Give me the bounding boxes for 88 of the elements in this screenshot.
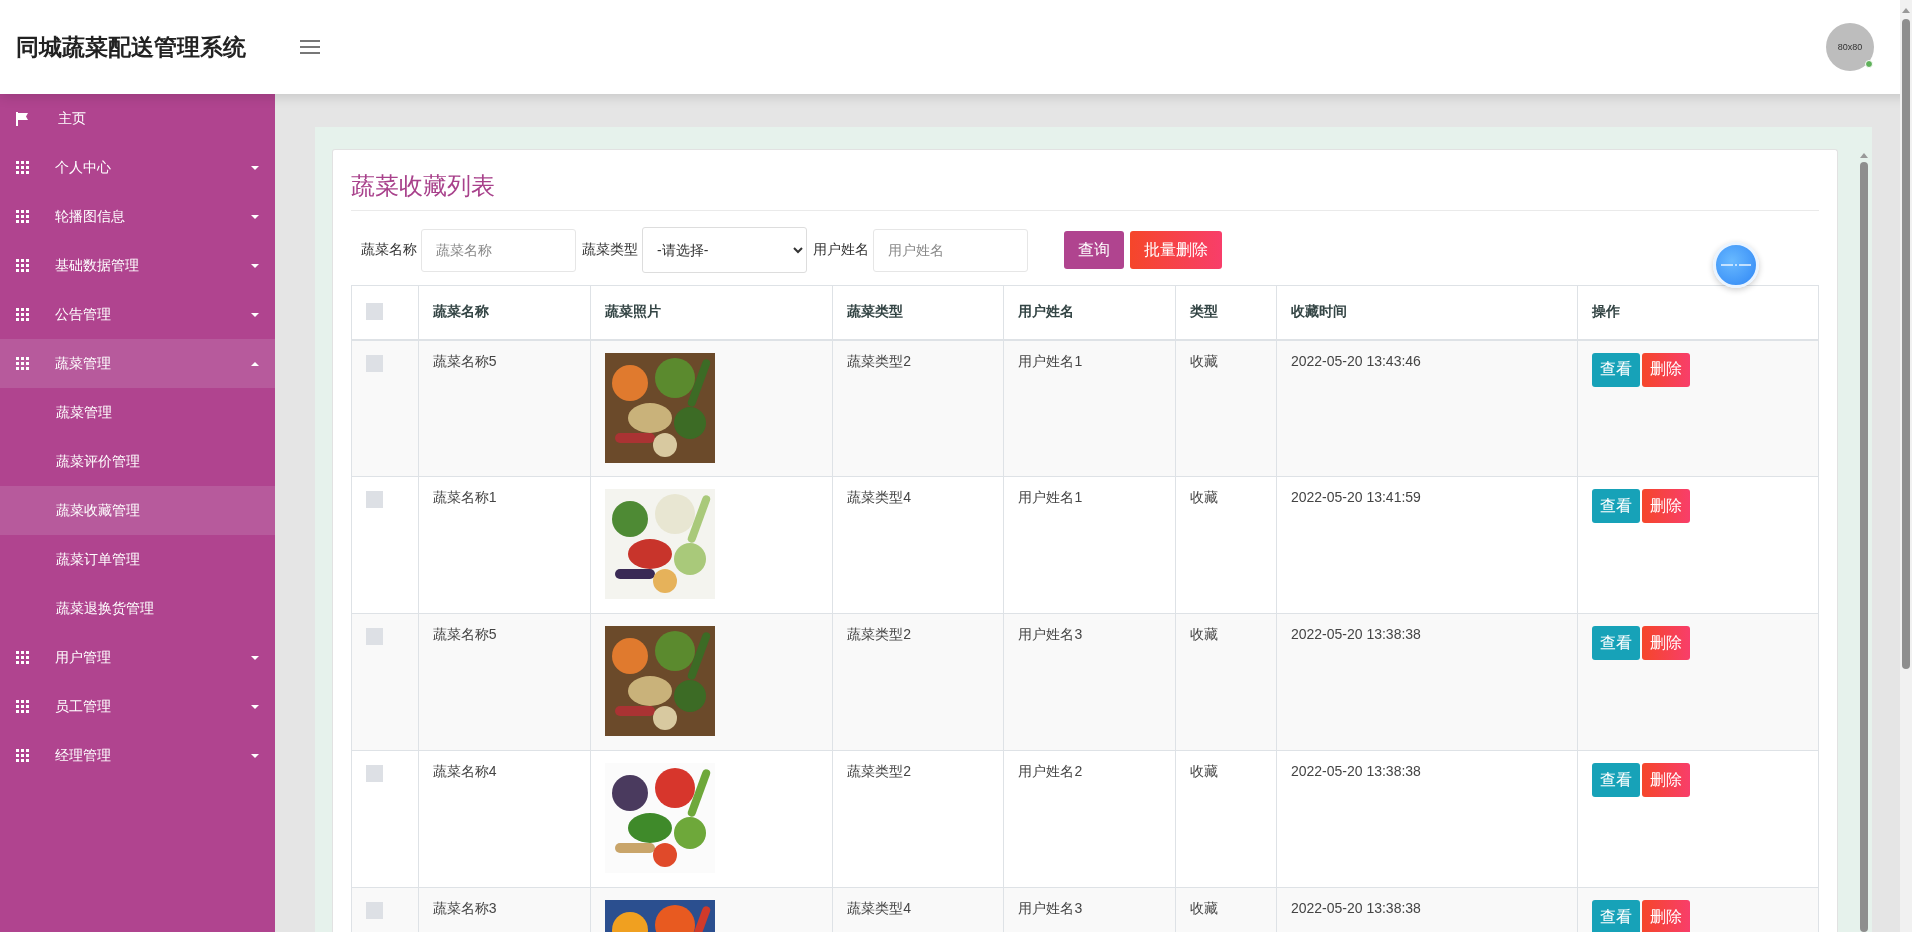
grid-icon	[16, 651, 29, 664]
column-header: 操作	[1577, 285, 1819, 340]
table-cell: 蔬菜类型4	[832, 476, 1004, 614]
column-header: 蔬菜照片	[590, 285, 833, 340]
table-cell: 用户姓名3	[1003, 613, 1176, 751]
view-button[interactable]: 查看	[1591, 900, 1640, 932]
sidebar-subitem[interactable]: 蔬菜收藏管理	[0, 486, 275, 535]
row-checkbox[interactable]	[366, 491, 383, 508]
filter-field[interactable]: 蔬菜名称	[421, 228, 576, 272]
page-title: 蔬菜收藏列表	[351, 170, 1819, 211]
caret-icon	[251, 361, 259, 366]
avatar[interactable]: 80x80	[1826, 23, 1874, 71]
grid-icon	[16, 357, 29, 370]
sidebar-item[interactable]: 轮播图信息	[0, 192, 275, 241]
table-cell: 2022-05-20 13:38:38	[1276, 613, 1578, 751]
sidebar-item[interactable]: 公告管理	[0, 290, 275, 339]
table-cell: 2022-05-20 13:38:38	[1276, 750, 1578, 888]
select-all-checkbox[interactable]	[366, 303, 383, 321]
grid-icon	[16, 210, 29, 223]
scroll-up-icon[interactable]	[1902, 8, 1910, 13]
page-scrollbar[interactable]	[1900, 0, 1912, 932]
table-cell: 蔬菜类型2	[832, 750, 1004, 888]
sidebar-item[interactable]: 蔬菜管理	[0, 339, 275, 388]
sidebar-item[interactable]: 个人中心	[0, 143, 275, 192]
filter-label: 蔬菜类型	[582, 241, 638, 259]
table-cell: 蔬菜名称4	[418, 750, 591, 888]
grid-icon	[16, 161, 29, 174]
table-cell: 用户姓名1	[1003, 339, 1176, 477]
row-checkbox[interactable]	[366, 354, 383, 372]
sidebar-subitem[interactable]: 蔬菜退换货管理	[0, 584, 275, 633]
grid-icon	[16, 749, 29, 762]
delete-button[interactable]: 删除	[1641, 489, 1690, 523]
sidebar-item[interactable]: 经理管理	[0, 731, 275, 780]
table-cell: 收藏	[1175, 476, 1277, 614]
view-button[interactable]: 查看	[1591, 352, 1640, 387]
scroll-up-icon[interactable]	[1860, 153, 1868, 158]
table-cell: 蔬菜类型2	[832, 339, 1004, 477]
table-cell: 收藏	[1175, 750, 1277, 888]
view-button[interactable]: 查看	[1591, 626, 1640, 660]
sidebar-item[interactable]: 员工管理	[0, 682, 275, 731]
delete-button[interactable]: 删除	[1641, 352, 1690, 387]
table-cell: 收藏	[1175, 339, 1277, 477]
filter-label: 用户姓名	[813, 241, 869, 259]
grid-icon	[16, 259, 29, 272]
type-select[interactable]: -请选择-	[642, 227, 807, 273]
search-button[interactable]: 查询	[1064, 231, 1124, 269]
table-cell: 蔬菜类型2	[832, 613, 1004, 751]
delete-button[interactable]: 删除	[1641, 900, 1690, 932]
row-checkbox[interactable]	[366, 628, 383, 645]
grid-icon	[16, 700, 29, 713]
column-header: 用户姓名	[1003, 285, 1176, 340]
view-button[interactable]: 查看	[1591, 763, 1640, 797]
caret-icon	[251, 753, 259, 758]
table-cell: 2022-05-20 13:43:46	[1276, 339, 1578, 477]
sidebar-subitem[interactable]: 蔬菜管理	[0, 388, 275, 437]
table-cell: 收藏	[1175, 613, 1277, 751]
table-cell: 蔬菜名称1	[418, 476, 591, 614]
caret-icon	[251, 655, 259, 660]
table-cell: 蔬菜名称5	[418, 613, 591, 751]
row-checkbox[interactable]	[366, 902, 383, 919]
delete-button[interactable]: 删除	[1641, 763, 1690, 797]
sidebar-item[interactable]: 基础数据管理	[0, 241, 275, 290]
sidebar-subitem[interactable]: 蔬菜评价管理	[0, 437, 275, 486]
bulk-delete-button[interactable]: 批量删除	[1130, 231, 1222, 269]
column-header: 蔬菜名称	[418, 285, 591, 340]
table-cell: 蔬菜名称5	[418, 339, 591, 477]
column-header: 类型	[1175, 285, 1277, 340]
caret-icon	[251, 312, 259, 317]
table-cell: 用户姓名1	[1003, 476, 1176, 614]
sidebar-item[interactable]: 用户管理	[0, 633, 275, 682]
caret-icon	[251, 263, 259, 268]
filter-label: 蔬菜名称	[361, 241, 417, 259]
caret-icon	[251, 214, 259, 219]
sidebar-subitem[interactable]: 蔬菜订单管理	[0, 535, 275, 584]
caret-icon	[251, 165, 259, 170]
table-cell: 用户姓名2	[1003, 750, 1176, 888]
caret-icon	[251, 704, 259, 709]
view-button[interactable]: 查看	[1591, 489, 1640, 523]
table-cell: 2022-05-20 13:41:59	[1276, 476, 1578, 614]
filter-field[interactable]: 用户姓名	[873, 228, 1028, 272]
column-header: 收藏时间	[1276, 285, 1578, 340]
row-checkbox[interactable]	[366, 765, 383, 782]
app-title: 同城蔬菜配送管理系统	[16, 32, 247, 62]
delete-button[interactable]: 删除	[1641, 626, 1690, 660]
grid-icon	[16, 308, 29, 321]
flag-icon	[16, 111, 28, 126]
column-header: 蔬菜类型	[832, 285, 1004, 340]
sidebar-item[interactable]: 主页	[0, 94, 275, 143]
